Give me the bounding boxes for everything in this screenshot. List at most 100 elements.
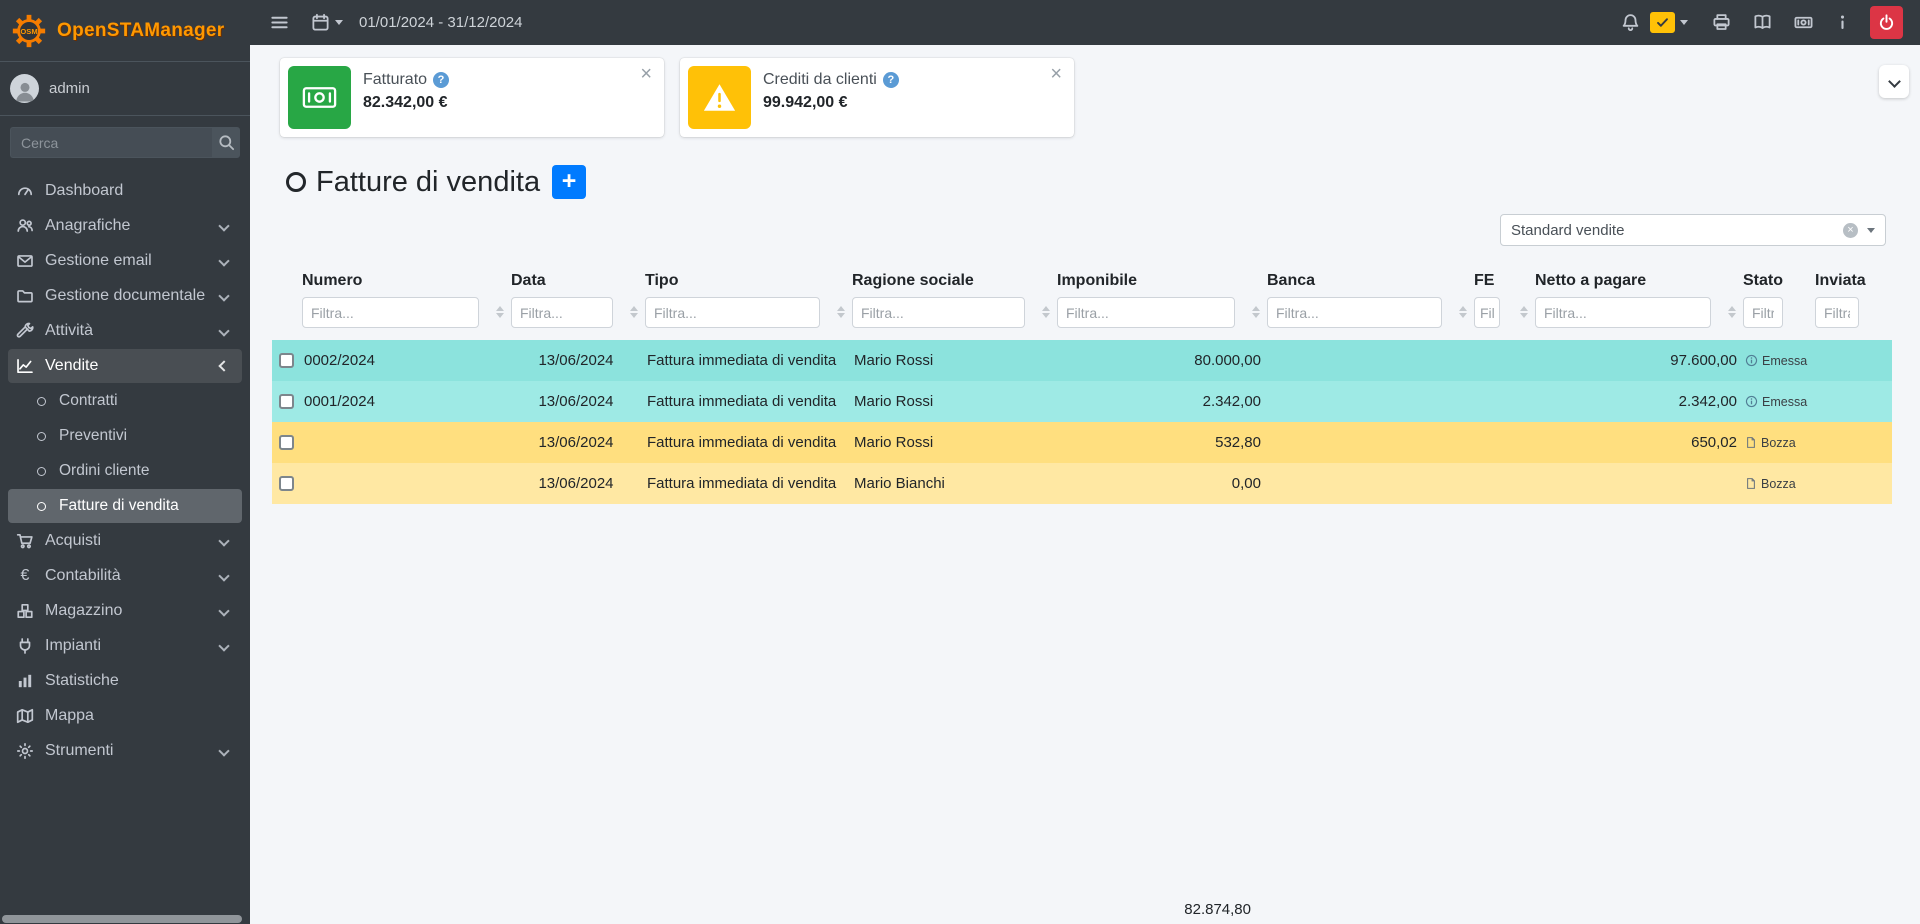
info-button[interactable] [1833,13,1852,32]
status-label: Bozza [1761,477,1796,491]
widgets-row: Fatturato ? 82.342,00 € × Crediti da cli… [280,58,1920,137]
person-icon [12,79,38,103]
logo-gear-icon: OSM [10,12,48,50]
topbar: 01/01/2024 - 31/12/2024 [250,0,1920,45]
filter-tipo-input[interactable] [645,297,820,328]
payments-button[interactable] [1794,13,1813,32]
close-icon[interactable]: × [1050,64,1062,84]
user-avatar[interactable] [10,74,39,103]
sidebar-item-fatture-di-vendita[interactable]: Fatture di vendita [8,489,242,523]
cell-tipo: Fattura immediata di vendita [643,340,850,381]
help-icon[interactable]: ? [433,72,449,88]
help-icon[interactable]: ? [883,72,899,88]
sort-icon[interactable] [1459,306,1467,318]
main-area: 01/01/2024 - 31/12/2024 [250,0,1920,924]
sidebar-item-label: Ordini cliente [59,462,149,480]
sidebar-toggle-button[interactable] [270,13,289,32]
sidebar-item-anagrafiche[interactable]: Anagrafiche [8,209,242,243]
column-label: FE [1474,272,1529,290]
cell-numero: 0002/2024 [300,340,509,381]
filter-fe-input[interactable] [1474,297,1500,328]
filter-imponibile-input[interactable] [1057,297,1235,328]
table-row[interactable]: 0002/2024 13/06/2024 Fattura immediata d… [272,340,1892,381]
clear-icon[interactable]: × [1843,223,1858,238]
table-row[interactable]: 13/06/2024 Fattura immediata di vendita … [272,422,1892,463]
cell-netto-a-pagare [1533,463,1741,504]
sidebar-item-magazzino[interactable]: Magazzino [8,594,242,628]
panel-collapse-button[interactable] [1879,65,1909,98]
docs-button[interactable] [1753,13,1772,32]
sort-icon[interactable] [630,306,638,318]
filter-data-input[interactable] [511,297,613,328]
sidebar-scrollbar[interactable] [2,915,242,923]
sort-icon[interactable] [1728,306,1736,318]
money-bill-icon [288,66,351,129]
sidebar-item-statistiche[interactable]: Statistiche [8,664,242,698]
sidebar-item-ordini-cliente[interactable]: Ordini cliente [8,454,242,488]
sidebar-item-impianti[interactable]: Impianti [8,629,242,663]
widget-fatturato: Fatturato ? 82.342,00 € × [280,58,664,137]
sidebar-item-acquisti[interactable]: Acquisti [8,524,242,558]
filter-stato-input[interactable] [1743,297,1783,328]
sidebar-item-vendite[interactable]: Vendite [8,349,242,383]
filter-netto-a-pagare-input[interactable] [1535,297,1711,328]
sort-icon[interactable] [1252,306,1260,318]
table-row[interactable]: 13/06/2024 Fattura immediata di vendita … [272,463,1892,504]
sidebar-item-strumenti[interactable]: Strumenti [8,734,242,768]
logout-button[interactable] [1870,6,1903,39]
sidebar-item-attivita[interactable]: Attività [8,314,242,348]
filter-inviata-input[interactable] [1815,297,1859,328]
table-row[interactable]: 0001/2024 13/06/2024 Fattura immediata d… [272,381,1892,422]
module-circle-icon [286,172,306,192]
row-checkbox[interactable] [279,394,294,409]
sidebar-item-label: Anagrafiche [45,217,130,235]
checklists-button[interactable] [1650,12,1688,33]
sort-icon[interactable] [1520,306,1528,318]
sidebar-item-gestione-email[interactable]: Gestione email [8,244,242,278]
filter-banca-input[interactable] [1267,297,1442,328]
sidebar-item-contratti[interactable]: Contratti [8,384,242,418]
notifications-button[interactable] [1621,13,1640,32]
sort-icon[interactable] [496,306,504,318]
sort-icon[interactable] [837,306,845,318]
sidebar-menu: Dashboard Anagrafiche Gestione email Ges… [0,169,250,924]
add-record-button[interactable]: + [552,165,586,199]
search-input[interactable] [10,127,212,158]
sidebar-item-gestione-documentale[interactable]: Gestione documentale [8,279,242,313]
user-name[interactable]: admin [49,80,90,97]
bell-icon [1621,13,1640,32]
column-label: Numero [302,272,505,290]
search-button[interactable] [212,127,240,158]
segment-select[interactable]: Standard vendite × [1500,214,1886,246]
plus-icon: + [562,169,577,194]
sidebar-item-preventivi[interactable]: Preventivi [8,419,242,453]
chevron-left-icon [218,325,229,336]
column-inviata: Inviata [1813,266,1892,340]
sidebar-item-dashboard[interactable]: Dashboard [8,174,242,208]
sort-icon[interactable] [1042,306,1050,318]
period-picker-button[interactable] [311,13,343,32]
row-checkbox[interactable] [279,435,294,450]
cell-stato: Bozza [1741,463,1813,504]
chevron-left-icon [218,535,229,546]
column-ragione-sociale: Ragione sociale [850,266,1055,340]
sidebar-item-contabilita[interactable]: € Contabilità [8,559,242,593]
chevron-down-icon [218,360,229,371]
brand[interactable]: OSM OpenSTAManager [0,0,250,62]
cell-stato: Bozza [1741,422,1813,463]
plug-icon [16,637,34,655]
filter-numero-input[interactable] [302,297,479,328]
date-range-label[interactable]: 01/01/2024 - 31/12/2024 [359,14,522,31]
user-panel: admin [0,62,250,116]
column-netto-a-pagare: Netto a pagare [1533,266,1741,340]
row-checkbox[interactable] [279,476,294,491]
print-button[interactable] [1712,13,1731,32]
close-icon[interactable]: × [640,64,652,84]
row-checkbox[interactable] [279,353,294,368]
status-info-icon [1745,395,1758,408]
filter-ragione-sociale-input[interactable] [852,297,1025,328]
sidebar-item-mappa[interactable]: Mappa [8,699,242,733]
column-numero: Numero [300,266,509,340]
circle-icon [37,502,46,511]
cell-banca [1265,340,1472,381]
